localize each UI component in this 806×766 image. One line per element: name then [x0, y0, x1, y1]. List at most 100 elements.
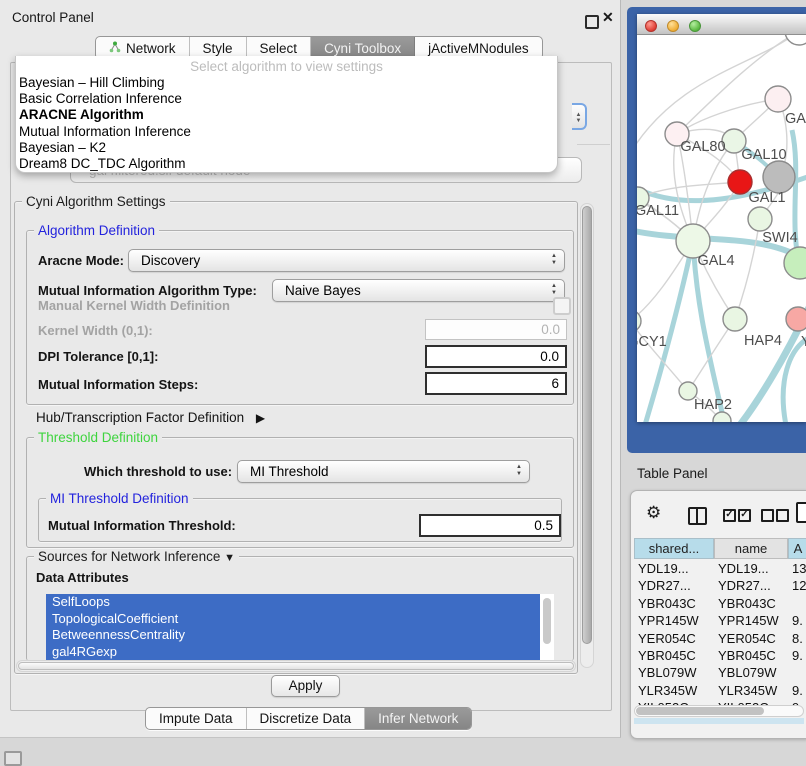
attribute-item[interactable]: TopologicalCoefficient — [46, 611, 540, 628]
attribute-item[interactable]: SelfLoops — [46, 594, 540, 611]
which-threshold-label: Which threshold to use: — [84, 464, 232, 479]
table-cell: YPR145W — [718, 613, 779, 628]
node-label: GAL80 — [680, 139, 725, 155]
apply-button[interactable]: Apply — [271, 675, 340, 697]
control-panel-window: Control Panel ✕ NetworkStyleSelectCyni T… — [0, 0, 621, 738]
algorithm-option[interactable]: Bayesian – Hill Climbing — [16, 75, 557, 91]
table-row[interactable]: YBR043CYBR043C — [634, 595, 806, 612]
combo-stepper-icon: ▲▼ — [516, 464, 522, 478]
kernel-width-field[interactable]: 0.0 — [425, 319, 567, 340]
attribute-item[interactable]: BetweennessCentrality — [46, 627, 540, 644]
minimize-traffic-icon[interactable] — [667, 20, 679, 32]
algorithm-option[interactable]: Basic Correlation Inference — [16, 91, 557, 107]
collapse-arrow-icon: ▼ — [224, 552, 235, 564]
float-window-icon[interactable] — [585, 15, 599, 29]
checked-checkbox-icon[interactable]: ✓ — [738, 509, 751, 522]
mi-threshold-field[interactable]: 0.5 — [419, 514, 561, 537]
tab-label: Style — [203, 41, 233, 56]
table-panel-window: ⚙ ✓ ✓ shared...nameAYDL19...YDL19...13YD… — [630, 490, 806, 739]
table-cell: 9. — [792, 648, 803, 663]
manual-kernel-checkbox[interactable] — [553, 297, 571, 315]
network-node[interactable] — [785, 35, 806, 45]
algorithm-option[interactable]: Mutual Information Inference — [16, 124, 557, 140]
node-label: GAL — [785, 111, 806, 127]
network-edge[interactable] — [677, 99, 778, 134]
bottom-tab-bar: Impute DataDiscretize Data Infer Network — [145, 707, 472, 730]
mi-type-combo[interactable]: Naive Bayes ▲▼ — [272, 279, 565, 302]
hub-definition-label: Hub/Transcription Factor Definition — [36, 410, 244, 425]
settings-hscrollbar-thumb[interactable] — [18, 662, 574, 670]
table-row[interactable]: YLR345WYLR345W9. — [634, 682, 806, 699]
table-cell: YER054C — [638, 631, 696, 646]
checked-checkbox-icon[interactable]: ✓ — [723, 509, 736, 522]
attributes-scrollbar-thumb[interactable] — [543, 598, 551, 644]
table-hscrollbar-thumb[interactable] — [636, 707, 764, 715]
table-cell: YBR043C — [638, 596, 696, 611]
column-header-1[interactable]: shared... — [634, 538, 714, 559]
tab-infer-network[interactable]: Infer Network — [365, 708, 471, 729]
network-edge[interactable] — [735, 219, 760, 319]
table-footer-strip — [634, 718, 804, 724]
unchecked-checkbox-icon[interactable] — [776, 509, 789, 522]
tab-discretize-data[interactable]: Discretize Data — [247, 708, 366, 729]
tab-impute-data[interactable]: Impute Data — [146, 708, 247, 729]
table-row[interactable]: YBL079WYBL079W — [634, 664, 806, 681]
settings-vscrollbar-thumb[interactable] — [582, 206, 592, 644]
panel-title: Control Panel — [12, 10, 94, 25]
network-canvas[interactable]: GALGAL80GAL10GAL1GAL11SWI4GAL4GCY1HAP4YH… — [637, 35, 806, 422]
mi-steps-label: Mutual Information Steps: — [38, 377, 198, 392]
node-label: GAL10 — [741, 147, 786, 163]
table-row[interactable]: YPR145WYPR145W9. — [634, 612, 806, 629]
algorithm-option[interactable]: Dream8 DC_TDC Algorithm — [16, 156, 557, 172]
node-label: SWI4 — [762, 230, 797, 246]
table-row[interactable]: YDR27...YDR27...12 — [634, 577, 806, 594]
dpi-tolerance-field[interactable]: 0.0 — [425, 345, 567, 368]
zoom-traffic-icon[interactable] — [689, 20, 701, 32]
network-node[interactable] — [765, 86, 791, 112]
tab-label: Infer Network — [378, 711, 458, 726]
table-cell: YPR145W — [638, 613, 699, 628]
network-node[interactable] — [763, 161, 795, 193]
minimized-panel-icon[interactable] — [4, 751, 22, 766]
attribute-item[interactable]: gal4RGexp — [46, 644, 540, 661]
network-node[interactable] — [748, 207, 772, 231]
algorithm-option[interactable]: ARACNE Algorithm — [16, 107, 557, 123]
network-icon — [109, 41, 121, 56]
gear-icon[interactable]: ⚙ — [646, 503, 661, 523]
mi-steps-field[interactable]: 6 — [425, 372, 567, 395]
algorithm-option[interactable]: Bayesian – K2 — [16, 140, 557, 156]
column-header-3[interactable]: A — [788, 538, 806, 559]
dpi-tolerance-label: DPI Tolerance [0,1]: — [38, 349, 158, 364]
node-label: HAP4 — [744, 333, 782, 349]
table-cell: 9. — [792, 683, 803, 698]
popup-prompt: Select algorithm to view settings — [16, 58, 557, 75]
table-row[interactable]: YDL19...YDL19...13 — [634, 560, 806, 577]
document-icon[interactable] — [796, 502, 806, 523]
close-traffic-icon[interactable] — [645, 20, 657, 32]
network-node[interactable] — [786, 307, 806, 331]
table-row[interactable]: YER054CYER054C8. — [634, 630, 806, 647]
network-window-titlebar[interactable] — [637, 14, 806, 35]
sources-group-title[interactable]: Sources for Network Inference ▼ — [34, 549, 239, 566]
close-icon[interactable]: ✕ — [602, 9, 614, 26]
columns-icon[interactable] — [688, 507, 707, 525]
node-label: HAP2 — [694, 397, 732, 413]
groupbox-edge — [577, 144, 610, 145]
network-edge[interactable] — [688, 319, 735, 391]
network-view-frame[interactable]: GALGAL80GAL10GAL1GAL11SWI4GAL4GCY1HAP4YH… — [627, 7, 806, 453]
mi-threshold-label: Mutual Information Threshold: — [48, 518, 236, 533]
unchecked-checkbox-icon[interactable] — [761, 509, 774, 522]
node-label: GCY1 — [637, 334, 667, 350]
which-threshold-combo[interactable]: MI Threshold ▲▼ — [237, 460, 530, 483]
network-node[interactable] — [723, 307, 747, 331]
mi-type-label: Mutual Information Algorithm Type: — [38, 283, 257, 298]
table-row[interactable]: YBR045CYBR045C9. — [634, 647, 806, 664]
network-edge[interactable] — [677, 35, 799, 134]
table-cell: YDR27... — [638, 578, 691, 593]
table-cell: YBL079W — [718, 665, 777, 680]
algorithm-combo-stepper[interactable]: ▲▼ — [572, 103, 587, 130]
data-attributes-list[interactable]: SelfLoopsTopologicalCoefficientBetweenne… — [46, 594, 554, 660]
column-header-2[interactable]: name — [714, 538, 788, 559]
hub-definition-toggle[interactable]: Hub/Transcription Factor Definition ▶ — [36, 410, 265, 425]
aracne-mode-combo[interactable]: Discovery ▲▼ — [128, 249, 565, 272]
